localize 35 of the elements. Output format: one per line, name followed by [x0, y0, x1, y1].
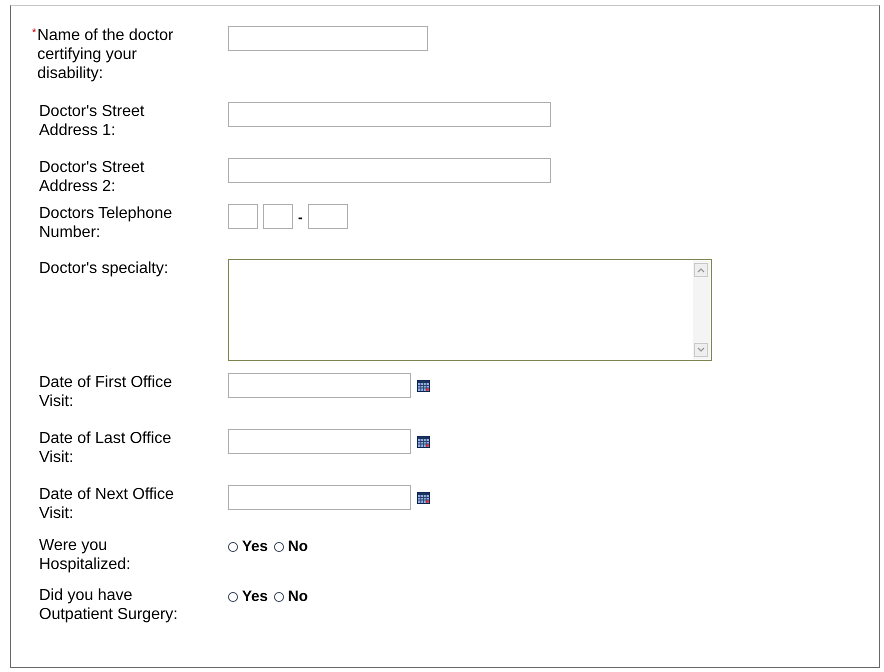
calendar-icon[interactable] — [417, 380, 430, 392]
phone-field[interactable] — [228, 204, 258, 229]
date-field[interactable] — [228, 429, 411, 454]
date-field[interactable] — [228, 485, 411, 510]
field-label: Doctor's specialty: — [39, 259, 170, 278]
scroll-down-icon[interactable] — [694, 343, 708, 357]
separator: - — [298, 208, 303, 224]
date-field[interactable] — [228, 373, 411, 398]
scroll-up-icon[interactable] — [694, 263, 708, 277]
required-mark: * — [32, 26, 36, 40]
field-label: Doctor's Street Address 2: — [39, 158, 146, 196]
field-label: Were you Hospitalized: — [39, 536, 132, 574]
text-field[interactable] — [228, 158, 551, 183]
field-label: Date of Last Office Visit: — [39, 429, 172, 467]
radio-button[interactable] — [228, 542, 238, 552]
radio-button[interactable] — [274, 542, 284, 552]
field-label: Name of the doctor certifying your disability: — [37, 26, 174, 83]
radio-label[interactable]: No — [288, 588, 308, 605]
calendar-icon[interactable] — [417, 492, 430, 504]
calendar-icon[interactable] — [417, 436, 430, 448]
radio-label[interactable]: Yes — [242, 538, 268, 555]
text-field[interactable] — [228, 26, 428, 51]
field-label: Date of Next Office Visit: — [39, 485, 175, 523]
field-label: Did you have Outpatient Surgery: — [39, 586, 179, 624]
text-field[interactable] — [228, 102, 551, 127]
field-label: Date of First Office Visit: — [39, 373, 174, 411]
radio-label[interactable]: No — [288, 538, 308, 555]
field-label: Doctors Telephone Number: — [39, 204, 174, 242]
radio-label[interactable]: Yes — [242, 588, 268, 605]
phone-field[interactable] — [263, 204, 293, 229]
phone-field[interactable] — [308, 204, 348, 229]
field-label: Doctor's Street Address 1: — [39, 102, 146, 140]
radio-button[interactable] — [274, 592, 284, 602]
text-area[interactable] — [228, 259, 712, 361]
radio-button[interactable] — [228, 592, 238, 602]
